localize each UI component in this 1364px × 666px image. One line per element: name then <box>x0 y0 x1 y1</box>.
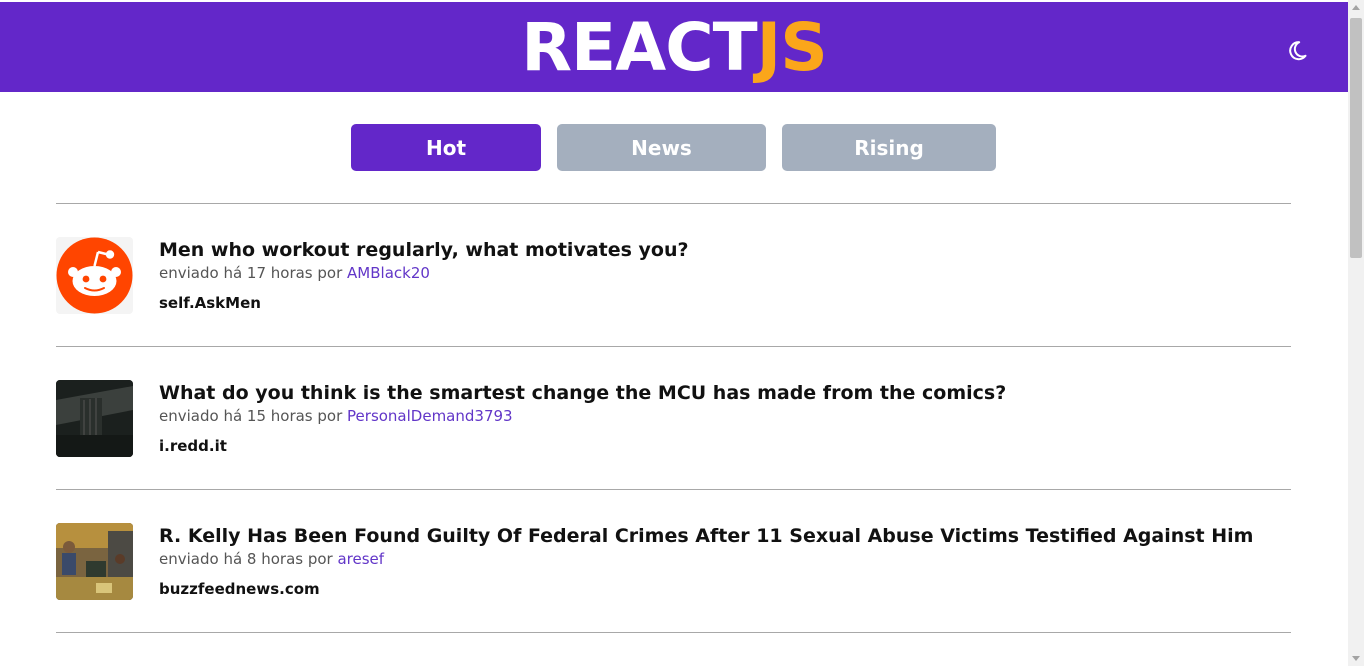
reddit-logo-icon <box>56 237 133 314</box>
post-title[interactable]: R. Kelly Has Been Found Guilty Of Federa… <box>159 525 1253 547</box>
post-meta-prefix: enviado há 8 horas por <box>159 550 338 568</box>
post-domain[interactable]: self.AskMen <box>159 294 261 312</box>
moon-icon <box>1289 41 1307 61</box>
post-item: Men who workout regularly, what motivate… <box>56 237 1291 317</box>
post-item: R. Kelly Has Been Found Guilty Of Federa… <box>56 523 1291 603</box>
tab-news[interactable]: News <box>557 124 766 171</box>
divider <box>56 346 1291 347</box>
theme-toggle-button[interactable] <box>1288 37 1314 63</box>
post-title[interactable]: Men who workout regularly, what motivate… <box>159 239 689 261</box>
post-meta: enviado há 15 horas por PersonalDemand37… <box>159 407 513 425</box>
post-author-link[interactable]: PersonalDemand3793 <box>347 407 513 425</box>
app-logo: REACTJS <box>0 8 1348 88</box>
post-meta: enviado há 8 horas por aresef <box>159 550 384 568</box>
logo-text-react: REACT <box>521 9 757 86</box>
post-meta: enviado há 17 horas por AMBlack20 <box>159 264 430 282</box>
post-meta-prefix: enviado há 17 horas por <box>159 264 348 282</box>
post-domain[interactable]: buzzfeednews.com <box>159 580 320 598</box>
post-thumbnail[interactable] <box>56 237 133 314</box>
tab-rising[interactable]: Rising <box>782 124 996 171</box>
divider <box>56 203 1291 204</box>
divider <box>56 632 1291 633</box>
courtroom-image-thumbnail-icon <box>56 523 133 600</box>
logo-text-js: JS <box>756 9 828 86</box>
tab-hot[interactable]: Hot <box>351 124 541 171</box>
app-header: REACTJS <box>0 2 1348 92</box>
post-title[interactable]: What do you think is the smartest change… <box>159 382 1006 404</box>
post-thumbnail[interactable] <box>56 523 133 600</box>
post-item: What do you think is the smartest change… <box>56 380 1291 460</box>
divider <box>56 489 1291 490</box>
feed-tabs: Hot News Rising <box>0 124 1348 171</box>
scrollbar-thumb[interactable] <box>1350 18 1362 258</box>
post-thumbnail[interactable] <box>56 380 133 457</box>
dark-image-thumbnail-icon <box>56 380 133 457</box>
post-meta-prefix: enviado há 15 horas por <box>159 407 348 425</box>
post-author-link[interactable]: aresef <box>337 550 384 568</box>
vertical-scrollbar[interactable] <box>1348 0 1364 666</box>
post-domain[interactable]: i.redd.it <box>159 437 227 455</box>
scroll-down-arrow-icon[interactable] <box>1352 656 1360 661</box>
post-author-link[interactable]: AMBlack20 <box>347 264 430 282</box>
scroll-up-arrow-icon[interactable] <box>1352 5 1360 10</box>
